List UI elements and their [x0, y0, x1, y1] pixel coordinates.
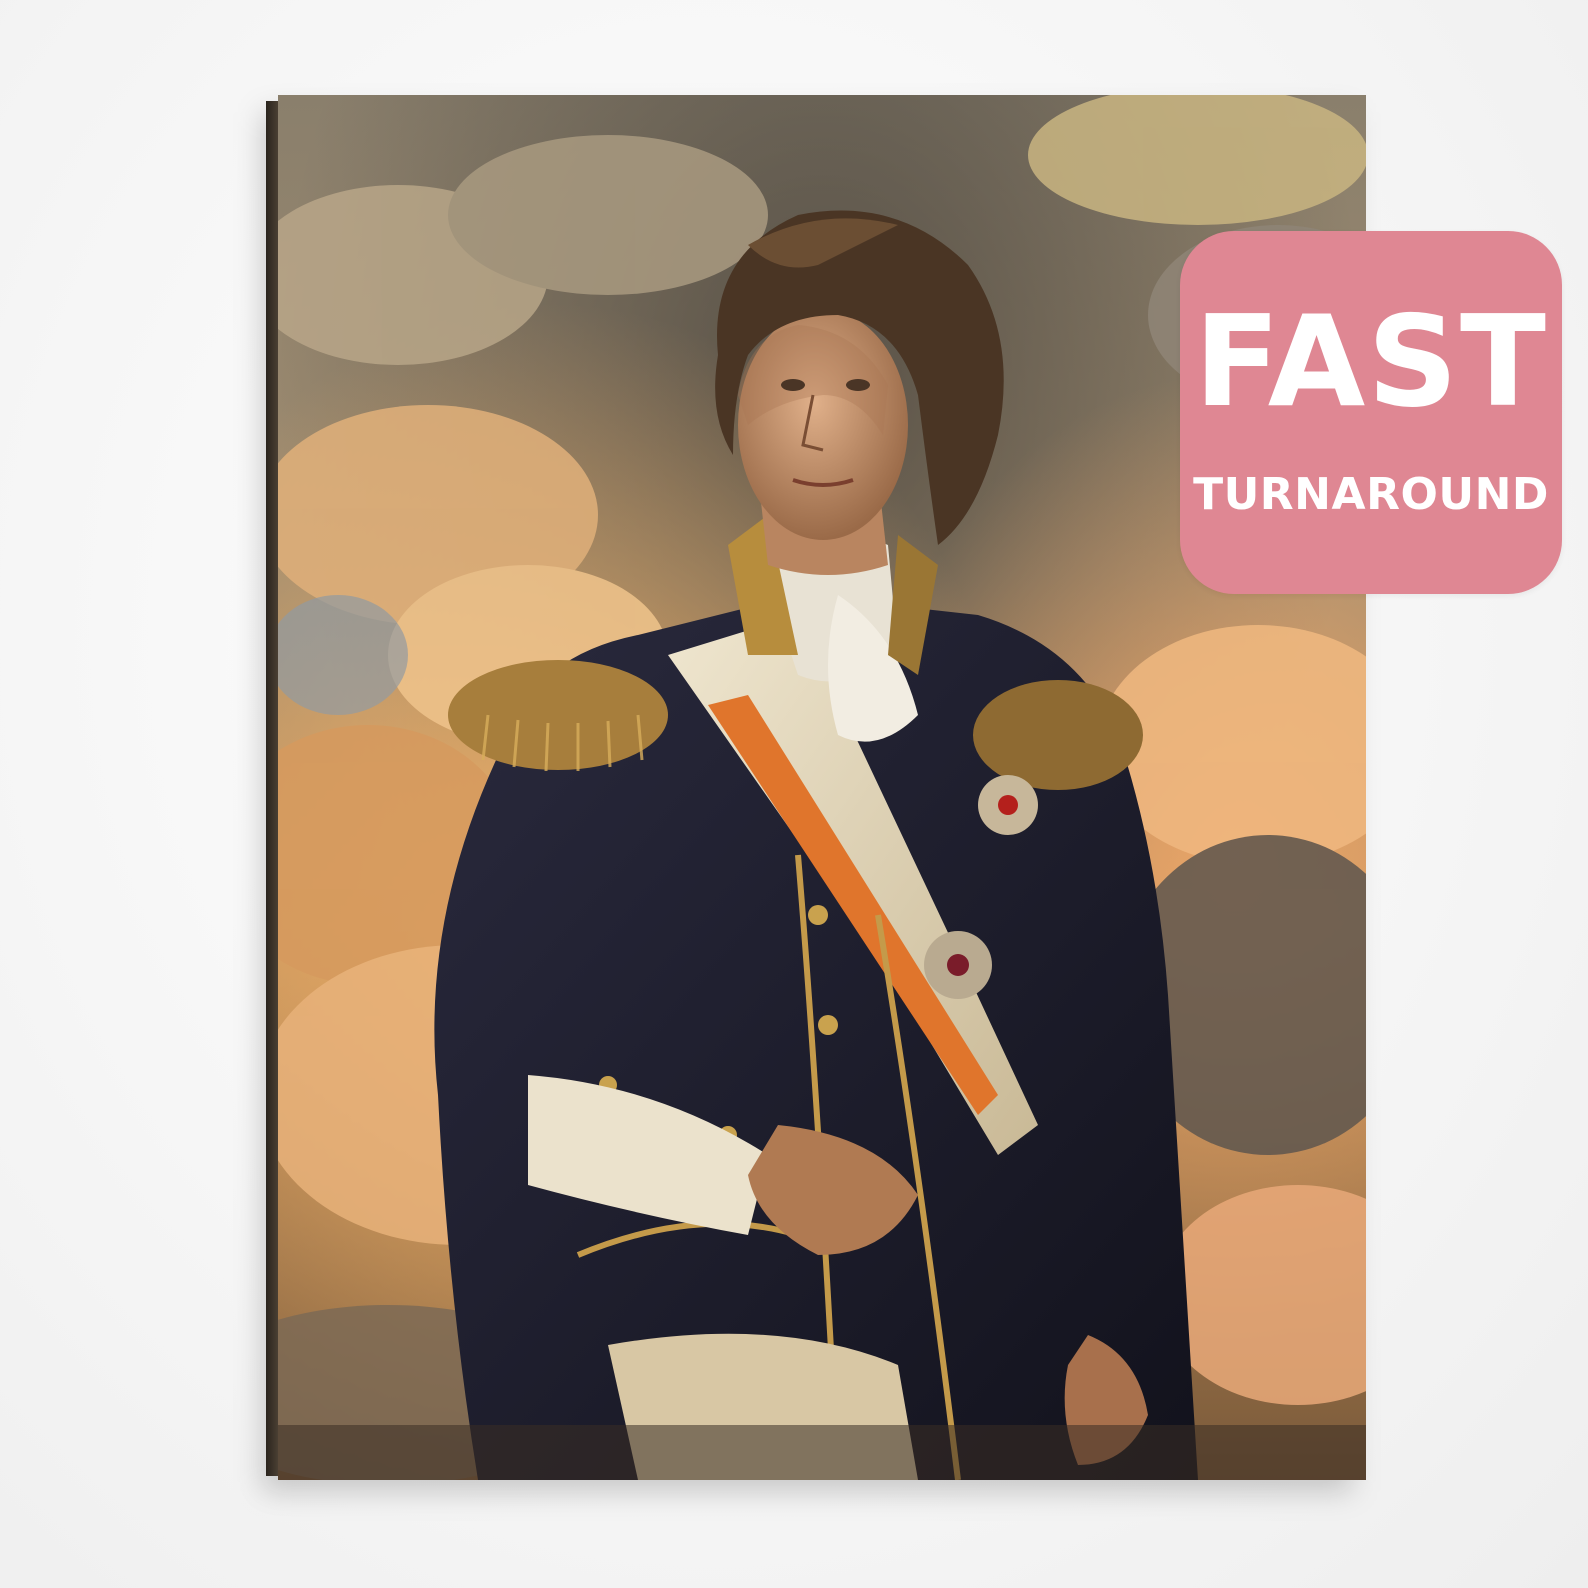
badge-subtitle: TURNAROUND	[1193, 468, 1549, 520]
canvas-edge	[266, 101, 278, 1476]
fast-turnaround-badge: FAST TURNAROUND	[1180, 231, 1562, 594]
badge-title: FAST	[1194, 287, 1548, 435]
